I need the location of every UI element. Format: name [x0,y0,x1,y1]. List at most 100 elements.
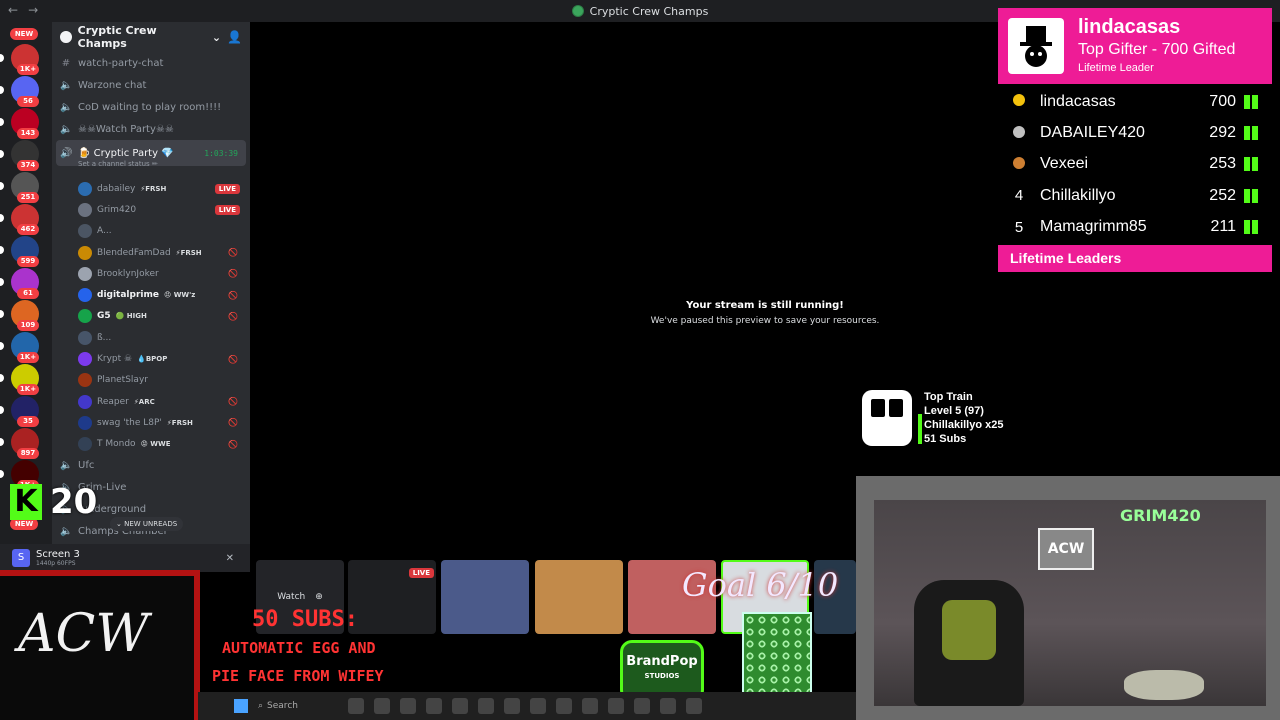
avatar [78,202,92,217]
avatar [78,352,92,367]
new-unreads-pill[interactable]: ⌄ NEW UNREADS [110,517,184,531]
voice-user[interactable]: Reaper ⚡ARC 🚫 [52,391,250,412]
taskbar-app-icon[interactable] [478,698,494,714]
nav-buttons: ← → [8,3,38,17]
channel-voice[interactable]: 🔈 ☠☠Watch Party☠☠ [52,118,250,140]
leaderboard: lindacasas 700 DABAILEY420 292 Vexeei 253 4 Chi… [998,86,1272,243]
mention-badge: 35 [17,416,39,427]
user-name: digitalprime [97,290,159,301]
user-tag: ⚡FRSH [175,248,202,257]
channel-status[interactable]: Set a channel status ✏ [52,160,250,172]
mention-badge: 61 [17,288,39,299]
voice-user[interactable]: swag 'the L8P' ⚡FRSH 🚫 [52,412,250,433]
taskbar-app-icon[interactable] [400,698,416,714]
taskbar-app-icon[interactable] [504,698,520,714]
server-name: Cryptic Crew Champs [77,24,157,50]
championship-belt [1124,670,1204,700]
user-tag: ⚡FRSH [140,184,167,193]
stream-tile-avatar-1[interactable] [441,560,529,634]
muted-icon: 🚫 [228,439,238,449]
acw-poster: ACW [1038,528,1094,570]
leaderboard-name: Mamagrimm85 [1040,218,1147,236]
unread-dot [0,438,4,446]
close-icon[interactable]: ✕ [226,553,234,564]
speaker-icon: 🔈 [60,123,73,135]
webcam-feed: ACW GRIM420 [856,476,1280,720]
channel-name: ☠☠Watch Party☠☠ [78,123,174,135]
subs-line-1: 50 SUBS: [252,607,358,632]
forward-arrow-icon[interactable]: → [28,3,38,17]
taskbar-app-icon[interactable] [348,698,364,714]
taskbar-search[interactable]: ⌕ Search [258,701,338,711]
avatar [78,181,92,196]
avatar [78,266,92,281]
taskbar-app-icon[interactable] [660,698,676,714]
voice-user[interactable]: BrooklynJoker 🚫 [52,263,250,284]
kick-overlay: K 20 [10,482,97,522]
add-user-icon[interactable]: 👤 [227,30,242,44]
mention-badge: 251 [17,192,39,203]
train-subs: 51 Subs [924,433,967,445]
voice-user[interactable]: Grim420 LIVE [52,199,250,220]
user-name: T Mondo [97,439,136,450]
back-arrow-icon[interactable]: ← [8,3,18,17]
taskbar-app-icon[interactable] [634,698,650,714]
top-train: Top Train Level 5 (97) Chillakillyo x25 … [862,390,1003,446]
channel-voice[interactable]: 🔈 CoD waiting to play room!!!! [52,96,250,118]
unread-dot [0,214,4,222]
gift-icon [1244,157,1258,172]
taskbar-app-icon[interactable] [426,698,442,714]
channel-text[interactable]: # watch-party-chat [52,52,250,74]
medal-icon [1013,125,1025,138]
kick-logo-icon: K [10,484,42,520]
taskbar-app-icon[interactable] [556,698,572,714]
voice-user[interactable]: BlendedFamDad ⚡FRSH 🚫 [52,242,250,263]
top-gifter-label: Lifetime Leader [1078,62,1154,74]
leaderboard-row: 4 Chillakillyo 252 [998,180,1272,211]
voice-user[interactable]: dabailey ⚡FRSH LIVE [52,178,250,199]
voice-user[interactable]: PlanetSlayr [52,370,250,391]
call-timer: 1:03:39 [204,148,238,158]
stream-tile-avatar-2[interactable] [535,560,623,634]
muted-icon: 🚫 [228,397,238,407]
gift-icon [1244,220,1258,235]
taskbar-app-icon[interactable] [530,698,546,714]
voice-user[interactable]: A... [52,221,250,242]
windows-start-icon[interactable] [234,699,248,713]
unread-dot [0,342,4,350]
new-pill-top[interactable]: NEW [10,28,38,40]
chevron-down-icon: ⌄ [211,30,222,44]
gift-icon [1244,94,1258,109]
mention-badge: 599 [17,256,39,267]
avatar [78,245,92,260]
train-bar [918,414,922,444]
voice-user[interactable]: T Mondo 😡 WWE 🚫 [52,434,250,455]
voice-user[interactable]: G5 🟢 HIGH 🚫 [52,306,250,327]
brandpop-sub: STUDIOS [644,672,680,680]
taskbar-app-icon[interactable] [452,698,468,714]
mention-badge: 897 [17,448,39,459]
unread-dot [0,374,4,382]
taskbar-app-icon[interactable] [686,698,702,714]
voice-user[interactable]: Krypt ☠ 💧BPOP 🚫 [52,348,250,369]
taskbar-app-icon[interactable] [608,698,624,714]
user-name: Krypt ☠ [97,354,133,365]
taskbar-app-icon[interactable] [582,698,598,714]
server-header[interactable]: Cryptic Crew Champs ⌄ 👤 [52,22,250,52]
chair-cushion [942,600,996,660]
voice-user[interactable]: ß... [52,327,250,348]
user-name: A... [97,226,112,237]
user-name: BlendedFamDad [97,247,171,258]
channel-voice[interactable]: 🔈 Ufc [52,455,250,477]
server-icon [60,31,72,43]
webcam-image: ACW GRIM420 [874,500,1266,706]
voice-user[interactable]: digitalprime 😠 WW'z 🚫 [52,284,250,305]
user-name: PlanetSlayr [97,375,148,386]
taskbar-app-icon[interactable] [374,698,390,714]
leaderboard-rank: 5 [1014,218,1024,236]
channel-voice[interactable]: 🔈 Warzone chat [52,74,250,96]
mention-badge: 1K+ [17,64,39,75]
unread-dot [0,406,4,414]
user-name: BrooklynJoker [97,268,159,279]
user-tag: 😡 WWE [140,440,171,449]
